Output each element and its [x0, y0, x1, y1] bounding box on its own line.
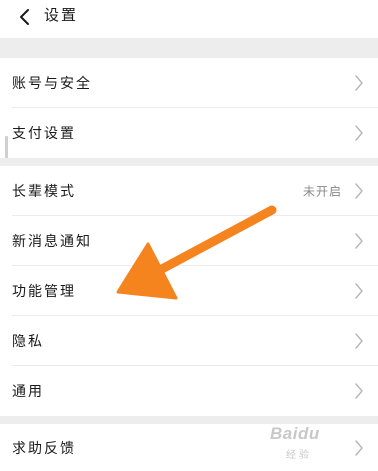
settings-item-label: 通用 — [12, 384, 44, 400]
chevron-right-icon — [355, 125, 363, 141]
page-title: 设置 — [44, 6, 79, 24]
back-button[interactable] — [12, 6, 36, 28]
settings-item-elder-mode[interactable]: 长辈模式 未开启 — [0, 166, 378, 216]
settings-item-label: 支付设置 — [12, 126, 76, 142]
chevron-right-icon — [355, 233, 363, 249]
settings-item-notifications[interactable]: 新消息通知 — [0, 216, 378, 266]
settings-item-label: 隐私 — [12, 334, 44, 350]
elder-mode-status: 未开启 — [302, 184, 342, 199]
section-gap — [0, 158, 378, 166]
settings-item-label: 账号与安全 — [12, 76, 92, 92]
settings-item-label: 求助反馈 — [12, 440, 76, 457]
section-gap — [0, 416, 378, 424]
settings-item-label: 新消息通知 — [12, 234, 92, 250]
settings-item-feature-management[interactable]: 功能管理 — [0, 266, 378, 316]
settings-item-payment[interactable]: 支付设置 — [0, 108, 378, 158]
header: 设置 — [0, 0, 378, 38]
chevron-right-icon — [355, 439, 363, 456]
settings-item-help-feedback[interactable]: 求助反馈 — [0, 424, 378, 471]
chevron-right-icon — [355, 75, 363, 91]
settings-item-account-security[interactable]: 账号与安全 — [0, 58, 378, 108]
chevron-right-icon — [355, 383, 363, 399]
chevron-right-icon — [355, 283, 363, 299]
settings-item-label: 长辈模式 — [12, 184, 76, 200]
settings-item-label: 功能管理 — [12, 284, 76, 300]
chevron-right-icon — [355, 183, 363, 199]
chevron-right-icon — [355, 333, 363, 349]
settings-item-privacy[interactable]: 隐私 — [0, 316, 378, 366]
section-gap — [0, 38, 378, 58]
chevron-left-icon — [20, 9, 29, 25]
settings-item-general[interactable]: 通用 — [0, 366, 378, 416]
